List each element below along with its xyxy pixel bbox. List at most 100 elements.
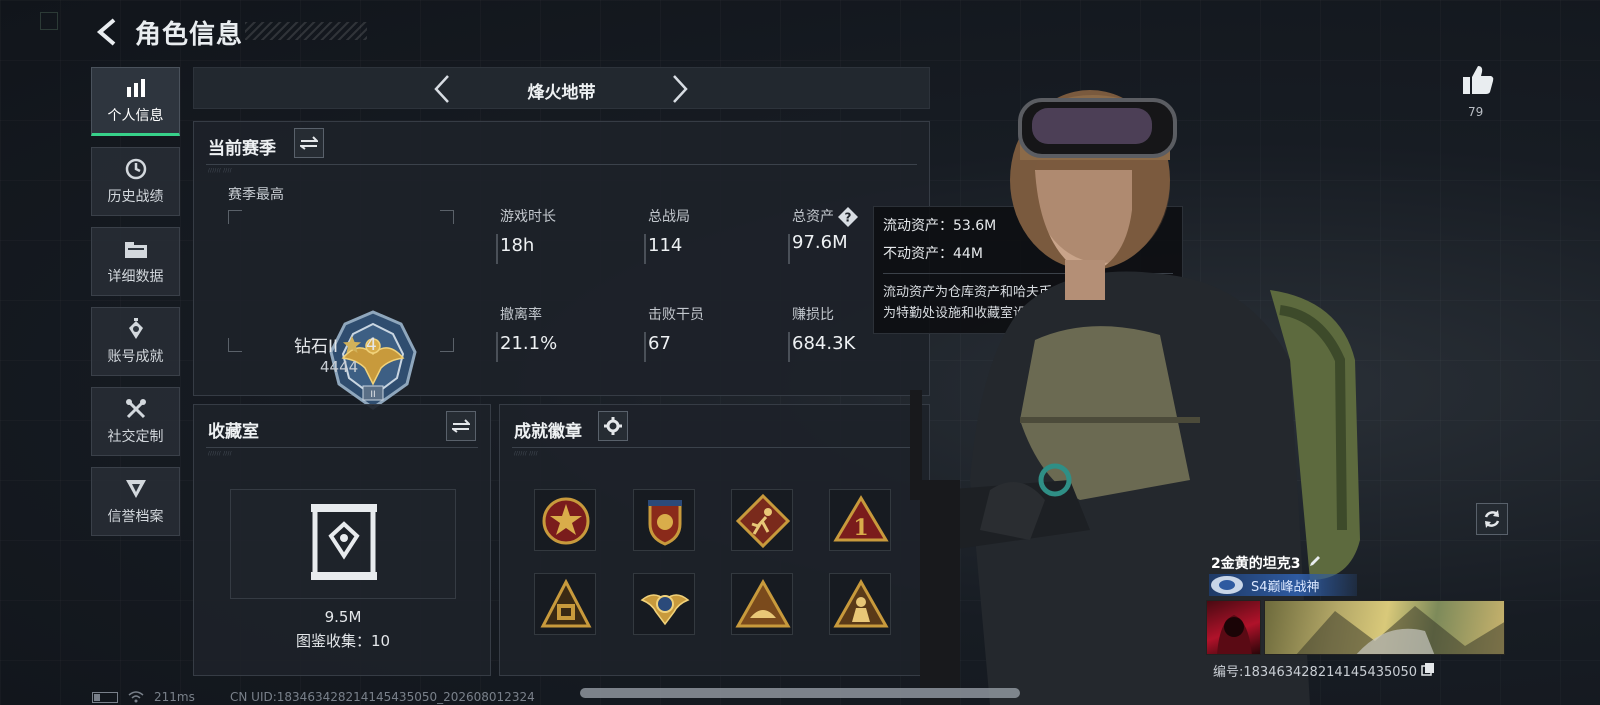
achievement-settings-button[interactable] [598,411,628,441]
status-bar: 211ms [92,690,195,704]
stat-value: 21.1% [500,333,558,354]
back-button[interactable] [92,16,124,48]
wings-medal-icon[interactable] [633,573,695,635]
home-indicator[interactable] [580,688,1020,698]
bar-chart-icon [124,77,148,99]
stat-value: 114 [648,235,683,256]
pyramid-medal-icon[interactable] [534,573,596,635]
achievement-title: 成就徽章 [514,422,582,442]
player-title: S4巅峰战神 [1251,579,1320,595]
divider [206,164,917,165]
corner-decoration [40,12,58,30]
season-switch-button[interactable] [294,128,324,158]
swap-icon [300,136,318,150]
nav-label: 个人信息 [107,107,164,124]
achievement-panel: 成就徽章 ////// //// 1 [499,404,930,676]
side-nav: 个人信息 历史战绩 详细数据 账号成就 社交定制 信誉档案 [91,67,181,547]
stat-label: 总资产? [792,206,858,227]
nav-label: 社交定制 [107,428,164,445]
rank-stars: 4 [366,334,377,355]
stat-kills: 击败干员 67 [644,304,704,362]
copy-id-button[interactable] [1421,662,1435,680]
mode-next-button[interactable] [664,72,696,106]
folder-icon [124,238,148,260]
collection-title: 收藏室 [208,422,259,442]
title-emblem-icon [1211,576,1243,594]
stat-label: 击败干员 [648,307,704,323]
stat-profit-ratio: 赚损比 684.3K [788,304,856,362]
shield-medal-icon[interactable] [633,489,695,551]
nav-label: 账号成就 [107,348,164,365]
reputation-icon [124,478,148,500]
like-count: 79 [1468,105,1484,119]
collection-panel: 收藏室 ////// //// 9.5M 图鉴收集：10 [193,404,491,676]
season-best-label: 赛季最高 [228,187,284,203]
divider [206,447,478,448]
mode-selector: 烽火地带 [193,67,930,109]
title-decoration [245,22,367,40]
like-button[interactable] [1461,64,1495,96]
player-banner[interactable] [1264,600,1505,655]
achievement-icon [124,317,148,340]
decoration-text: ////// //// [208,451,232,457]
svg-text:1: 1 [853,515,868,541]
nav-label: 信誉档案 [107,508,164,525]
stat-play-time: 游戏时长 18h [496,206,556,264]
battery-icon [92,691,118,703]
decoration-text: ////// //// [514,451,538,457]
history-clock-icon [124,158,148,180]
collection-value: 9.5M [324,608,362,626]
pencil-icon [1310,556,1321,566]
stat-extract-rate: 撤离率 21.1% [496,304,558,362]
nav-item-detail-data[interactable]: 详细数据 [91,227,180,296]
nav-item-reputation[interactable]: 信誉档案 [91,467,180,536]
collection-count: 图鉴收集：10 [295,632,391,650]
swap-icon [452,419,470,433]
season-title: 当前赛季 [208,139,276,159]
nav-item-history[interactable]: 历史战绩 [91,147,180,216]
nav-label: 详细数据 [107,268,164,285]
stat-value: 684.3K [792,333,856,354]
mode-title: 烽火地带 [527,83,596,103]
player-name: 2金黄的坦克3 [1211,556,1301,572]
uid-text: CN UID:183463428214145435050_20260801232… [230,690,535,704]
stat-label: 游戏时长 [500,209,556,225]
star-medal-icon[interactable] [534,489,596,551]
question-icon[interactable]: ? [838,207,858,227]
decoration-text: ////// //// [208,168,232,174]
stat-value: 67 [648,333,671,354]
runner-medal-icon[interactable] [731,489,793,551]
tools-icon [124,398,148,420]
triangle-medal-icon[interactable] [731,573,793,635]
collection-room-icon [311,504,377,580]
page-title: 角色信息 [135,20,244,50]
thumbs-up-icon [1463,66,1494,94]
gear-icon [604,417,622,435]
edit-name-button[interactable] [1308,554,1322,572]
collection-display[interactable] [230,489,456,599]
stat-label: 总战局 [648,209,690,225]
back-arrow-icon [96,18,116,46]
player-id: 编号:183463428214145435050 [1213,665,1418,680]
nav-item-social[interactable]: 社交定制 [91,387,180,456]
rank-name: 钻石II [294,337,339,357]
stat-value: 97.6M [792,232,848,253]
stat-total-matches: 总战局 114 [644,206,690,264]
svg-text:?: ? [845,211,852,225]
rank-frame: II [228,210,454,410]
chevron-right-icon [673,75,688,103]
star-icon [343,335,362,353]
collection-switch-button[interactable] [446,411,476,441]
player-title-badge: S4巅峰战神 [1209,574,1357,596]
divider [512,447,917,448]
stat-value: 18h [500,235,535,256]
stat-label: 赚损比 [792,307,834,323]
svg-text:II: II [370,390,375,400]
avatar[interactable] [1206,600,1261,655]
copy-icon [1421,662,1435,676]
ping-text: 211ms [154,690,195,704]
refresh-button[interactable] [1476,503,1508,535]
nav-item-achievements[interactable]: 账号成就 [91,307,180,376]
stat-label: 撤离率 [500,307,542,323]
nav-item-personal-info[interactable]: 个人信息 [91,67,180,136]
